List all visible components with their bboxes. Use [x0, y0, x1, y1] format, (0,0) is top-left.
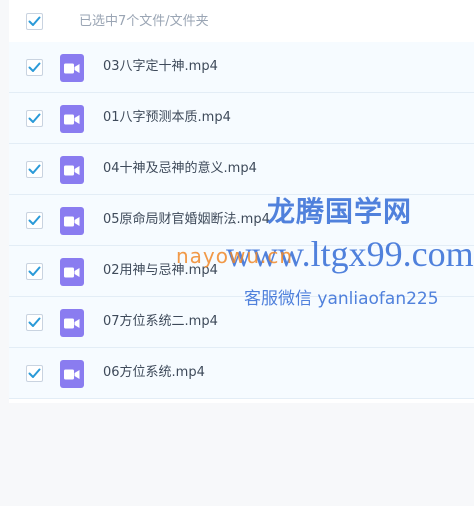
- file-name[interactable]: 02用神与忌神.mp4: [103, 262, 218, 280]
- video-file-icon: [60, 360, 84, 388]
- file-name[interactable]: 01八字预测本质.mp4: [103, 109, 231, 127]
- file-selection-page: 已选中7个文件/文件夹 03八字定十神.mp4 01八字预测本质.mp4 04十…: [0, 0, 474, 506]
- file-name[interactable]: 05原命局财官婚姻断法.mp4: [103, 211, 270, 229]
- file-checkbox[interactable]: [26, 365, 43, 382]
- video-file-icon: [60, 54, 84, 82]
- file-checkbox[interactable]: [26, 110, 43, 127]
- file-checkbox[interactable]: [26, 314, 43, 331]
- file-row[interactable]: 07方位系统二.mp4: [9, 297, 474, 348]
- checkmark-icon: [28, 16, 41, 26]
- video-file-icon: [60, 156, 84, 184]
- file-row[interactable]: 01八字预测本质.mp4: [9, 93, 474, 144]
- file-checkbox[interactable]: [26, 263, 43, 280]
- video-file-icon: [60, 207, 84, 235]
- checkmark-icon: [28, 164, 41, 174]
- file-row[interactable]: 04十神及忌神的意义.mp4: [9, 144, 474, 195]
- video-file-icon: [60, 309, 84, 337]
- selection-header: 已选中7个文件/文件夹: [9, 0, 474, 42]
- file-row[interactable]: 02用神与忌神.mp4: [9, 246, 474, 297]
- file-checkbox[interactable]: [26, 212, 43, 229]
- file-checkbox[interactable]: [26, 59, 43, 76]
- select-all-checkbox[interactable]: [26, 13, 43, 30]
- checkmark-icon: [28, 62, 41, 72]
- checkmark-icon: [28, 368, 41, 378]
- file-name[interactable]: 06方位系统.mp4: [103, 364, 205, 382]
- video-file-icon: [60, 105, 84, 133]
- checkmark-icon: [28, 317, 41, 327]
- file-row[interactable]: 05原命局财官婚姻断法.mp4: [9, 195, 474, 246]
- checkmark-icon: [28, 215, 41, 225]
- file-row[interactable]: 03八字定十神.mp4: [9, 42, 474, 93]
- checkmark-icon: [28, 266, 41, 276]
- file-name[interactable]: 04十神及忌神的意义.mp4: [103, 160, 257, 178]
- checkmark-icon: [28, 113, 41, 123]
- selection-count-text: 已选中7个文件/文件夹: [79, 14, 209, 29]
- video-file-icon: [60, 258, 84, 286]
- file-name[interactable]: 03八字定十神.mp4: [103, 58, 218, 76]
- file-checkbox[interactable]: [26, 161, 43, 178]
- file-name[interactable]: 07方位系统二.mp4: [103, 313, 218, 331]
- file-list: 已选中7个文件/文件夹 03八字定十神.mp4 01八字预测本质.mp4 04十…: [9, 0, 474, 403]
- file-row[interactable]: 06方位系统.mp4: [9, 348, 474, 399]
